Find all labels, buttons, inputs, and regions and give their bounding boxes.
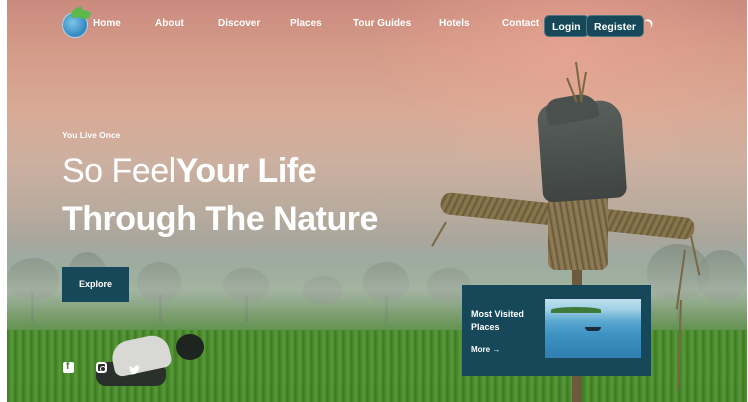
nav-link-tour-guides[interactable]: Tour Guides bbox=[353, 18, 411, 29]
nav-link-discover[interactable]: Discover bbox=[218, 18, 260, 29]
hero-tagline: You Live Once bbox=[62, 130, 121, 140]
card-more-link[interactable]: More → bbox=[471, 345, 500, 354]
register-button[interactable]: Register bbox=[586, 15, 645, 37]
headline-bold-text: Your Life bbox=[175, 152, 317, 190]
login-button[interactable]: Login bbox=[544, 15, 589, 37]
nav-link-hotels[interactable]: Hotels bbox=[439, 18, 470, 29]
farmer-figure bbox=[176, 334, 204, 360]
nav-link-home[interactable]: Home bbox=[93, 18, 121, 29]
twitter-icon[interactable] bbox=[129, 362, 140, 375]
nav-link-places[interactable]: Places bbox=[290, 18, 322, 29]
leaf-icon bbox=[76, 7, 92, 22]
instagram-icon[interactable] bbox=[96, 362, 107, 373]
top-navigation: Home About Discover Places Tour Guides H… bbox=[0, 0, 748, 52]
headline-light-text: So Feel bbox=[62, 152, 176, 190]
island-shape bbox=[551, 307, 601, 313]
nav-link-about[interactable]: About bbox=[155, 18, 184, 29]
twitter-bird-shape bbox=[129, 365, 140, 375]
boat-shape bbox=[585, 327, 601, 331]
hero-headline-line1: So FeelYour Life bbox=[62, 151, 317, 191]
card-more-label: More bbox=[471, 345, 491, 354]
hero-headline-line2: Through The Nature bbox=[62, 200, 378, 238]
arrow-right-icon: → bbox=[492, 345, 501, 354]
globe-leaf-icon[interactable] bbox=[62, 6, 92, 38]
nav-link-contact[interactable]: Contact bbox=[502, 18, 539, 29]
most-visited-card[interactable]: Most Visited Places More → bbox=[462, 285, 651, 376]
lake-thumbnail-image[interactable] bbox=[545, 299, 641, 358]
card-title: Most Visited Places bbox=[471, 309, 524, 332]
explore-button[interactable]: Explore bbox=[62, 267, 129, 302]
scarecrow-body bbox=[548, 190, 608, 270]
facebook-icon[interactable] bbox=[63, 361, 74, 373]
